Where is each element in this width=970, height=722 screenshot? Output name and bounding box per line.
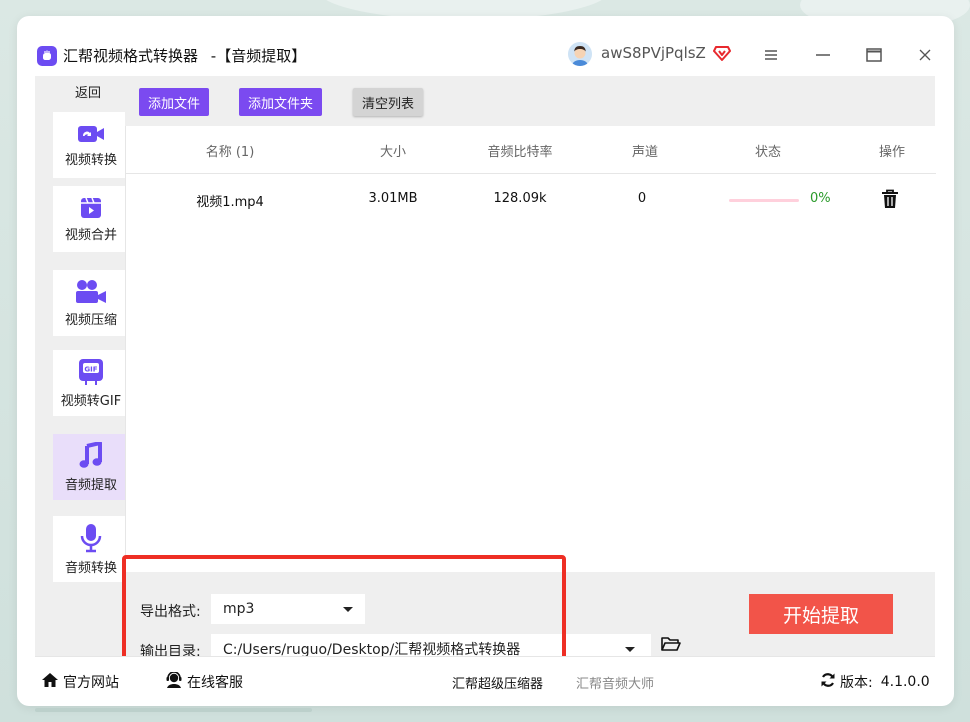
sidebar-item-video-compress[interactable]: 视频压缩 [53,270,129,336]
toolbar: 添加文件 添加文件夹 清空列表 [125,76,935,126]
highlight-annotation [122,555,566,661]
sidebar-item-label: 音频转换 [64,560,117,576]
sidebar-item-label: 音频提取 [64,477,117,493]
column-header-actions[interactable]: 操作 [879,141,905,160]
version-label: 版本: [840,675,873,691]
sidebar-item-label: 视频转GIF [60,393,122,409]
version-info[interactable]: 版本: 4.1.0.0 [820,672,930,692]
column-header-size[interactable]: 大小 [380,141,406,160]
maximize-icon[interactable] [861,42,887,68]
table-row[interactable]: 视频1.mp4 3.01MB 128.09k 0 0% [126,174,936,226]
audio-channels: 0 [637,191,647,206]
progress-text: 0% [810,191,831,206]
progress-bar [729,199,799,202]
version-number: 4.1.0.0 [880,674,930,690]
sidebar-item-video-convert[interactable]: 视频转换 [53,112,129,178]
app-logo-icon [37,46,57,66]
video-compress-icon [74,279,108,305]
clear-list-button[interactable]: 清空列表 [353,88,424,116]
avatar[interactable] [568,42,592,66]
column-header-bitrate[interactable]: 音频比特率 [487,141,552,160]
column-header-channels[interactable]: 声道 [632,141,658,160]
title-bar: 汇帮视频格式转换器 -【音频提取】 awS8PVjPqlsZ [17,16,954,76]
sidebar-item-audio-extract[interactable]: 音频提取 [53,434,129,500]
file-size: 3.01MB [368,191,418,206]
scroll-indicator [35,708,312,712]
column-header-status[interactable]: 状态 [755,141,781,160]
audio-master-link[interactable]: 汇帮音频大师 [576,673,654,692]
footer: 官方网站 在线客服 汇帮超级压缩器 汇帮音频大师 版本: 4.1.0.0 [35,656,935,706]
add-file-button[interactable]: 添加文件 [139,88,210,116]
table-header: 名称 (1) 大小 音频比特率 声道 状态 操作 [126,126,936,174]
minimize-icon[interactable] [810,42,836,68]
svg-text:GIF: GIF [84,365,97,373]
file-name: 视频1.mp4 [196,195,264,210]
app-name: 汇帮视频格式转换器 [63,47,199,65]
official-website-label: 官方网站 [63,675,119,691]
sidebar-item-audio-convert[interactable]: 音频转换 [53,516,129,582]
file-table: 名称 (1) 大小 音频比特率 声道 状态 操作 视频1.mp4 3.01MB … [125,126,936,572]
window-title: 汇帮视频格式转换器 -【音频提取】 [63,45,306,66]
sidebar-item-video-merge[interactable]: 视频合并 [53,186,129,252]
refresh-icon [820,672,836,692]
menu-icon[interactable] [758,42,784,68]
sidebar-item-label: 视频转换 [64,152,117,168]
app-window: 汇帮视频格式转换器 -【音频提取】 awS8PVjPqlsZ 返回 视频转换 视… [17,16,954,706]
online-support-label: 在线客服 [187,675,243,691]
start-extract-button[interactable]: 开始提取 [749,594,893,634]
close-icon[interactable] [912,42,938,68]
super-compressor-link[interactable]: 汇帮超级压缩器 [452,673,543,692]
gif-icon: GIF [78,358,104,386]
add-folder-button[interactable]: 添加文件夹 [239,88,323,116]
sidebar-item-label: 视频合并 [64,227,117,243]
video-convert-icon [77,123,105,145]
vip-diamond-icon[interactable] [713,44,731,62]
online-support-link[interactable]: 在线客服 [165,671,243,692]
music-note-icon [78,441,104,470]
video-merge-icon [79,196,103,220]
chevron-down-icon [625,647,635,652]
microphone-icon [80,523,102,553]
page-name: -【音频提取】 [210,47,307,65]
sidebar-item-label: 视频压缩 [64,312,117,328]
column-header-name[interactable]: 名称 (1) [206,141,255,160]
official-website-link[interactable]: 官方网站 [41,672,119,692]
folder-open-icon[interactable] [661,636,681,654]
home-icon [41,672,59,692]
sidebar-item-video-to-gif[interactable]: GIF 视频转GIF [53,350,129,416]
delete-icon[interactable] [881,189,899,209]
headset-icon [165,671,183,692]
audio-bitrate: 128.09k [493,191,547,206]
username[interactable]: awS8PVjPqlsZ [601,44,706,62]
